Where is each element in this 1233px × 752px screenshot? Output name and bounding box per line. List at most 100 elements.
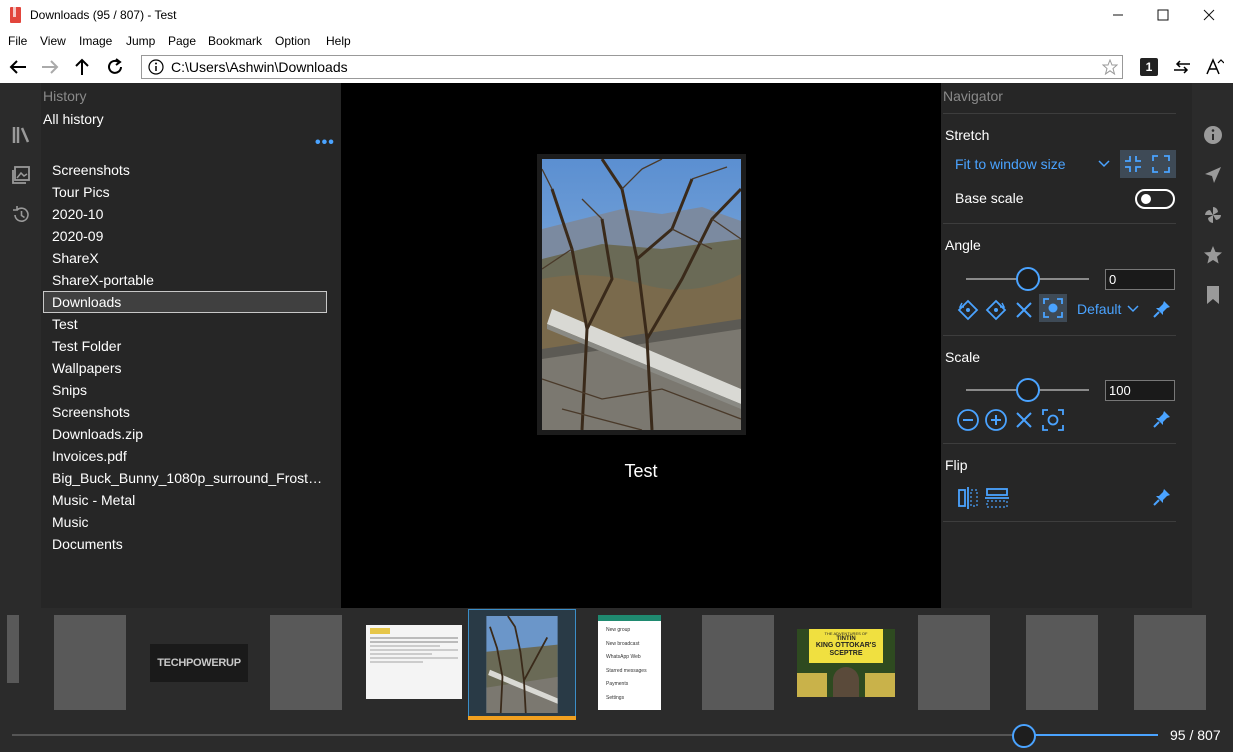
arrow-right-icon — [42, 60, 59, 74]
stretch-mode-select[interactable]: Fit to window size — [955, 156, 1065, 172]
history-item[interactable]: Big_Buck_Bunny_1080p_surround_FrostWire.… — [43, 467, 327, 489]
stretch-label: Stretch — [945, 127, 990, 143]
close-button[interactable] — [1186, 0, 1232, 30]
refresh-button[interactable] — [103, 55, 127, 79]
forward-button[interactable] — [38, 55, 62, 79]
thumbnail-dialog-screenshot[interactable] — [366, 625, 462, 699]
maximize-button[interactable] — [1140, 0, 1186, 30]
thumbnail-techpowerup[interactable]: TECHPOWERUP — [150, 644, 248, 682]
fit-scale-icon[interactable] — [1042, 409, 1064, 431]
history-item[interactable]: Screenshots — [43, 159, 327, 181]
pinwheel-icon[interactable] — [1203, 205, 1223, 225]
arrow-left-icon — [9, 60, 26, 74]
navigate-icon[interactable] — [1203, 165, 1223, 185]
history-item[interactable]: Tour Pics — [43, 181, 327, 203]
history-item[interactable]: Wallpapers — [43, 357, 327, 379]
rotate-left-icon[interactable] — [956, 298, 980, 322]
back-button[interactable] — [6, 55, 30, 79]
address-bar[interactable]: C:\Users\Ashwin\Downloads — [141, 55, 1123, 79]
window-title: Downloads (95 / 807) - Test — [30, 8, 177, 22]
menu-help[interactable]: Help — [326, 34, 351, 48]
scale-slider-thumb[interactable] — [1016, 378, 1040, 402]
history-item[interactable]: Documents — [43, 533, 327, 555]
fit-outside-icon[interactable] — [1152, 155, 1170, 173]
right-rail — [1192, 83, 1233, 608]
history-item[interactable]: Music — [43, 511, 327, 533]
angle-slider-thumb[interactable] — [1016, 267, 1040, 291]
history-item[interactable]: Test Folder — [43, 335, 327, 357]
image-viewer[interactable]: Test — [341, 83, 941, 608]
reset-scale-icon[interactable] — [1014, 410, 1034, 430]
page-slider-thumb[interactable] — [1012, 724, 1036, 748]
reset-angle-icon[interactable] — [1014, 300, 1034, 320]
base-scale-toggle[interactable] — [1135, 189, 1175, 209]
history-item[interactable]: Downloads.zip — [43, 423, 327, 445]
thumbnail[interactable] — [1026, 615, 1098, 710]
chevron-down-icon[interactable] — [1098, 159, 1110, 169]
all-history-label[interactable]: All history — [43, 111, 104, 127]
history-item[interactable]: Music - Metal — [43, 489, 327, 511]
fit-inside-icon[interactable] — [1124, 155, 1142, 173]
thumbnail[interactable] — [1134, 615, 1206, 710]
pin-icon[interactable] — [1152, 299, 1172, 319]
thumbnail-selected[interactable] — [468, 609, 576, 720]
star-icon[interactable] — [1203, 245, 1223, 265]
history-item[interactable]: 2020-10 — [43, 203, 327, 225]
gallery-icon[interactable] — [11, 165, 31, 185]
bookshelf-icon[interactable] — [11, 125, 31, 145]
info-icon[interactable] — [1203, 125, 1223, 145]
divider — [943, 113, 1176, 114]
page-mode-button[interactable]: 1 — [1138, 56, 1160, 78]
menu-option[interactable]: Option — [275, 34, 310, 48]
history-icon[interactable] — [11, 205, 31, 225]
direction-button[interactable] — [1170, 55, 1194, 79]
pin-icon[interactable] — [1152, 487, 1172, 507]
page-image — [537, 154, 746, 435]
flip-horizontal-icon[interactable] — [956, 486, 980, 510]
menu-jump[interactable]: Jump — [126, 34, 155, 48]
font-settings-button[interactable] — [1202, 55, 1226, 79]
history-item[interactable]: ShareX — [43, 247, 327, 269]
history-item[interactable]: ShareX-portable — [43, 269, 327, 291]
auto-rotate-button[interactable] — [1039, 294, 1067, 322]
rotate-right-icon[interactable] — [984, 298, 1008, 322]
history-item[interactable]: 2020-09 — [43, 225, 327, 247]
filmstrip: TECHPOWERUP New group New broadcast WhatsA… — [0, 608, 1233, 752]
scale-input[interactable]: 100 — [1105, 380, 1175, 401]
menu-image[interactable]: Image — [79, 34, 112, 48]
more-options-icon[interactable]: ••• — [315, 134, 335, 152]
page-slider[interactable] — [12, 734, 1158, 736]
thumbnail-whatsapp-menu[interactable]: New group New broadcast WhatsApp Web Starre… — [598, 615, 661, 710]
thumbnail[interactable] — [702, 615, 774, 710]
history-item[interactable]: Snips — [43, 379, 327, 401]
up-button[interactable] — [70, 55, 94, 79]
whatsapp-menu-item: WhatsApp Web — [606, 654, 641, 660]
zoom-out-icon[interactable] — [956, 408, 980, 432]
menu-file[interactable]: File — [8, 34, 27, 48]
minimize-button[interactable] — [1095, 0, 1141, 30]
thumbnail[interactable] — [918, 615, 990, 710]
thumbnail[interactable] — [54, 615, 126, 710]
thumbnail[interactable] — [7, 615, 19, 683]
chevron-down-icon[interactable] — [1127, 304, 1139, 314]
zoom-in-icon[interactable] — [984, 408, 1008, 432]
thumbnail[interactable] — [270, 615, 342, 710]
star-icon[interactable] — [1102, 59, 1118, 75]
history-item[interactable]: Screenshots — [43, 401, 327, 423]
menu-bookmark[interactable]: Bookmark — [208, 34, 262, 48]
whatsapp-menu-item: New group — [606, 627, 631, 633]
angle-preset-select[interactable]: Default — [1077, 301, 1121, 317]
angle-input[interactable]: 0 — [1105, 269, 1175, 290]
menu-page[interactable]: Page — [168, 34, 196, 48]
thumbnail-comic-cover[interactable]: THE ADVENTURES OF TINTIN KING OTTOKAR'S … — [797, 629, 895, 697]
menu-view[interactable]: View — [40, 34, 66, 48]
pin-icon[interactable] — [1152, 409, 1172, 429]
close-icon — [1203, 9, 1215, 21]
history-item[interactable]: Downloads — [43, 291, 327, 313]
history-item[interactable]: Invoices.pdf — [43, 445, 327, 467]
history-item[interactable]: Test — [43, 313, 327, 335]
app-icon — [10, 7, 21, 23]
divider — [943, 223, 1176, 224]
flip-vertical-icon[interactable] — [984, 486, 1010, 510]
bookmark-icon[interactable] — [1203, 285, 1223, 305]
